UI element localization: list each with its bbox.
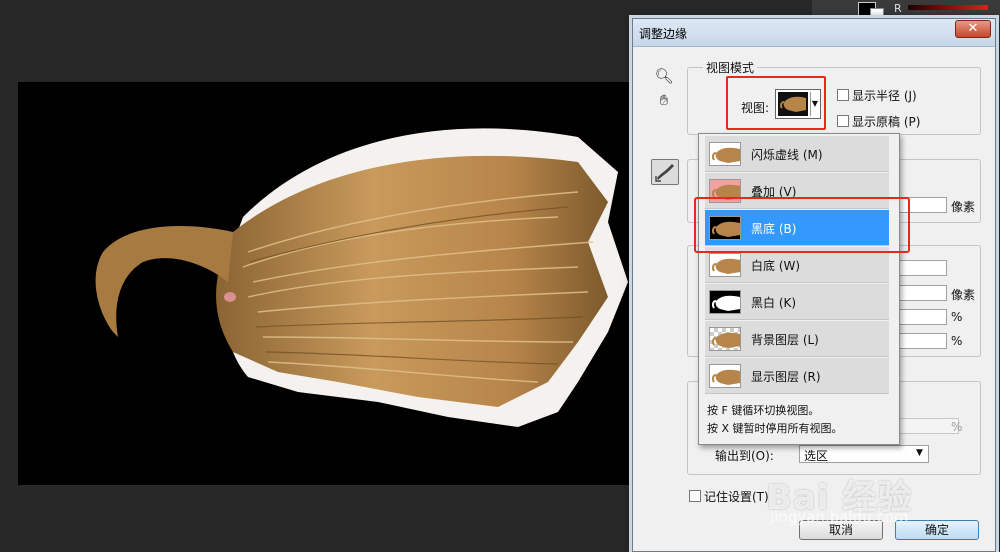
feather-unit: 像素	[951, 288, 976, 302]
show-original-label: 显示原稿 (P)	[852, 115, 921, 129]
view-option[interactable]: 显示图层 (R)	[705, 358, 889, 394]
contrast-unit: %	[951, 310, 963, 324]
show-radius-checkbox[interactable]	[837, 89, 849, 101]
show-original-checkbox[interactable]	[837, 115, 849, 127]
view-mode-title: 视图模式	[703, 59, 758, 76]
dropdown-hint-cycle: 按 F 键循环切换视图。	[707, 404, 820, 417]
shift-edge-field[interactable]	[899, 333, 947, 349]
output-to-select[interactable]: 选区 ▼	[799, 445, 929, 463]
hair-image	[95, 128, 628, 427]
amount-unit: %	[951, 420, 963, 434]
view-option-label: 闪烁虚线 (M)	[751, 148, 823, 162]
output-to-value: 选区	[804, 449, 829, 463]
view-option-thumbnail	[709, 253, 741, 277]
view-option[interactable]: 闪烁虚线 (M)	[705, 136, 889, 172]
output-to-label: 输出到(O):	[715, 449, 774, 463]
smooth-field[interactable]	[899, 260, 947, 276]
zoom-icon: 🔍︎	[654, 67, 674, 85]
brush-icon	[655, 164, 674, 182]
hand-icon: ✋︎	[659, 91, 669, 109]
show-radius-label: 显示半径 (J)	[852, 89, 917, 103]
watermark-url: jingyan.baidu.com	[770, 508, 909, 526]
view-option-label: 背景图层 (L)	[751, 333, 819, 347]
black-view-highlight-box	[694, 197, 910, 253]
dropdown-hint-disable: 按 X 键暂时停用所有视图。	[707, 422, 843, 435]
red-channel-label: R	[894, 2, 902, 15]
view-option-thumbnail	[709, 142, 741, 166]
red-channel-slider[interactable]	[908, 5, 988, 10]
document-canvas[interactable]	[18, 82, 632, 485]
hand-tool[interactable]: ✋︎	[653, 89, 675, 111]
view-mode-dropdown: 闪烁虚线 (M) 叠加 (V) 黑底 (B) 白底 (W) 黑白 (K) 背景图层 (L)…	[698, 133, 900, 445]
close-button[interactable]: ✕	[955, 20, 991, 38]
view-option-label: 白底 (W)	[751, 259, 801, 273]
zoom-tool[interactable]: 🔍︎	[653, 65, 675, 87]
view-option-thumbnail	[709, 290, 741, 314]
refine-radius-tool[interactable]	[651, 159, 679, 185]
ear	[224, 292, 236, 302]
view-option-label: 显示图层 (R)	[751, 370, 821, 384]
close-icon: ✕	[967, 21, 979, 36]
remember-settings-label: 记住设置(T)	[704, 490, 769, 504]
chevron-down-icon: ▼	[916, 448, 923, 458]
hair-curl	[95, 226, 233, 337]
view-option[interactable]: 黑白 (K)	[705, 284, 889, 320]
view-option-label: 黑白 (K)	[751, 296, 797, 310]
shift-edge-unit: %	[951, 334, 963, 348]
view-option-thumbnail	[709, 364, 741, 388]
view-highlight-box	[726, 76, 826, 130]
contrast-field[interactable]	[899, 309, 947, 325]
amount-field	[899, 418, 959, 434]
remember-settings-checkbox[interactable]	[689, 490, 701, 502]
dialog-titlebar[interactable]: 调整边缘 ✕	[633, 19, 995, 47]
radius-unit: 像素	[951, 200, 976, 214]
feather-field[interactable]	[899, 285, 947, 301]
dialog-title: 调整边缘	[639, 27, 688, 41]
view-option[interactable]: 背景图层 (L)	[705, 321, 889, 357]
view-option-thumbnail	[709, 327, 741, 351]
